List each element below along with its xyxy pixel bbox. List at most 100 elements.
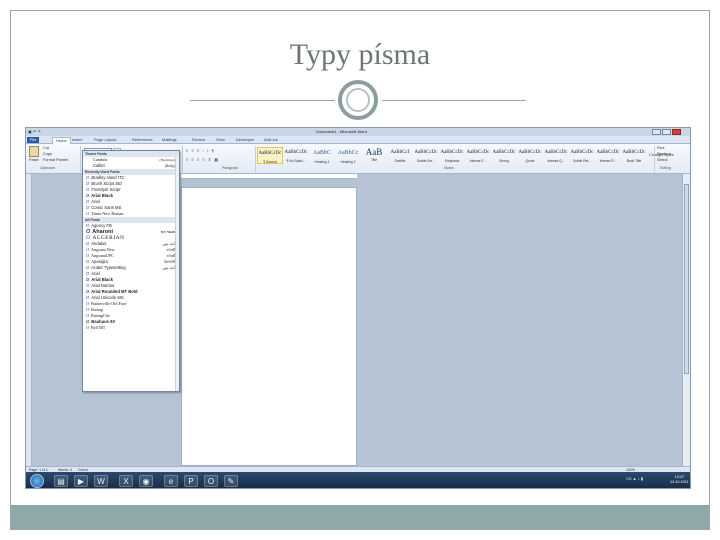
opentype-icon: O <box>86 277 90 282</box>
style-subtitle[interactable]: AaBbCcI Subtitle <box>387 147 413 164</box>
style-intense-reference[interactable]: AaBbCcDc Intense R... <box>595 147 621 164</box>
window-title: Document1 - Microsoft Word <box>316 129 367 134</box>
opentype-icon: O <box>86 289 90 294</box>
start-button[interactable] <box>30 474 44 488</box>
font-dropdown[interactable]: Theme Fonts Cambria (Headings) Calibri (Bo… <box>82 150 180 392</box>
opentype-icon: O <box>86 325 90 330</box>
opentype-icon: O <box>86 313 90 318</box>
opentype-icon: O <box>86 295 90 300</box>
cut-button[interactable]: Cut <box>43 146 49 150</box>
title-divider-right <box>382 100 526 101</box>
explorer-icon[interactable]: ▤ <box>54 475 68 487</box>
powerpoint-icon[interactable]: P <box>184 475 198 487</box>
paint-icon[interactable]: ✎ <box>224 475 238 487</box>
paragraph-group-label: Paragraph <box>222 166 239 170</box>
style-book-title[interactable]: AaBbCcDc Book Title <box>621 147 647 164</box>
excel-icon[interactable]: X <box>119 475 133 487</box>
font-item-bell-mt[interactable]: O Bell MT <box>83 325 179 331</box>
media-player-icon[interactable]: ▶ <box>74 475 88 487</box>
opentype-icon: O <box>86 259 90 264</box>
paragraph-buttons[interactable]: ≡ ≡ ≡ ⁝ ↕ ¶ <box>186 148 215 153</box>
style-quote[interactable]: AaBbCcDc Quote <box>517 147 543 164</box>
internet-explorer-icon[interactable]: e <box>164 475 178 487</box>
tab-insert[interactable]: Insert <box>72 137 82 142</box>
find-button[interactable]: Find <box>657 146 664 150</box>
tab-file[interactable]: File <box>27 137 40 143</box>
opentype-icon: O <box>86 181 90 186</box>
outlook-icon[interactable]: O <box>204 475 218 487</box>
style-normal[interactable]: AaBbCcDc ¶ Normal <box>257 147 283 164</box>
group-separator <box>255 146 256 172</box>
style-subtle-reference[interactable]: AaBbCcDc Subtle Ref... <box>569 147 595 164</box>
style-heading-1[interactable]: AaBbC Heading 1 <box>309 147 335 164</box>
tab-review[interactable]: Review <box>192 137 205 142</box>
style-title[interactable]: AaB Title <box>361 147 387 164</box>
opentype-icon: O <box>86 199 90 204</box>
style-no-spacing[interactable]: AaBbCcDc ¶ No Spaci... <box>283 147 309 164</box>
format-painter-button[interactable]: Format Painter <box>43 158 68 162</box>
opentype-icon: O <box>86 205 90 210</box>
word-screenshot: ▣ ↶ ↷ Document1 - Microsoft Word File Ho… <box>25 127 691 489</box>
tab-home[interactable]: Home <box>52 137 71 144</box>
scrollbar-thumb[interactable] <box>684 184 689 374</box>
tab-page-layout[interactable]: Page Layout <box>94 137 116 142</box>
opentype-icon: O <box>86 283 90 288</box>
horizontal-ruler <box>181 174 357 179</box>
group-separator <box>80 146 81 172</box>
style-subtle-emphasis[interactable]: AaBbCcDc Subtle Em... <box>413 147 439 164</box>
select-button[interactable]: Select <box>657 158 668 162</box>
style-intense-emphasis[interactable]: AaBbCcDc Intense E... <box>465 147 491 164</box>
paste-icon[interactable] <box>29 146 39 157</box>
styles-group-label: Styles <box>444 166 454 170</box>
opentype-icon: O <box>86 211 90 216</box>
opentype-icon: O <box>86 187 90 192</box>
vertical-scrollbar[interactable] <box>682 174 690 466</box>
replace-button[interactable]: Replace <box>657 152 671 156</box>
group-separator <box>182 146 183 172</box>
minimize-button[interactable] <box>652 129 661 135</box>
alignment-buttons[interactable]: ≡ ≡ ≡ ≡ ⇕ ▦ <box>186 157 219 162</box>
tab-add-ins[interactable]: Add-Ins <box>264 137 278 142</box>
opentype-icon: O <box>86 265 90 270</box>
slide-title: Typy písma <box>289 38 431 71</box>
quick-access-toolbar[interactable]: ▣ ↶ ↷ <box>28 129 68 135</box>
tab-developer[interactable]: Developer <box>236 137 254 142</box>
opentype-icon: O <box>86 223 90 228</box>
tab-references[interactable]: References <box>132 137 152 142</box>
opentype-icon: O <box>86 307 90 312</box>
opentype-icon: O <box>86 271 90 276</box>
style-strong[interactable]: AaBbCcDc Strong <box>491 147 517 164</box>
language-indicator[interactable]: CS <box>626 476 632 481</box>
opentype-icon: O <box>86 241 90 246</box>
opentype-icon: O <box>86 175 90 180</box>
chrome-icon[interactable]: ◉ <box>139 475 153 487</box>
maximize-button[interactable] <box>662 129 671 135</box>
title-ornament-circle <box>338 80 378 120</box>
title-divider-left <box>190 100 335 101</box>
editing-group-label: Editing <box>660 166 671 170</box>
opentype-icon: O <box>86 319 90 324</box>
slide-bottom-band <box>11 505 709 529</box>
word-icon[interactable]: W <box>94 475 108 487</box>
group-separator <box>654 146 655 172</box>
close-button[interactable] <box>672 129 681 135</box>
font-item-calibri[interactable]: Calibri (Body) <box>83 163 179 169</box>
tab-view[interactable]: View <box>216 137 225 142</box>
document-page[interactable] <box>181 187 357 466</box>
word-titlebar: ▣ ↶ ↷ Document1 - Microsoft Word <box>26 128 690 136</box>
tab-mailings[interactable]: Mailings <box>162 137 177 142</box>
opentype-icon: O <box>86 247 90 252</box>
style-intense-quote[interactable]: AaBbCcDc Intense Q... <box>543 147 569 164</box>
font-item-times-new-roman[interactable]: O Times New Roman <box>83 211 179 217</box>
ribbon-tabs: File Home Insert Page Layout References … <box>26 136 690 144</box>
style-emphasis[interactable]: AaBbCcDc Emphasis <box>439 147 465 164</box>
taskbar: ▤ ▶ W X ◉ e P O ✎ CS ▲ ♪ ▮ 13:47 14.10.20… <box>26 472 690 488</box>
vertical-ruler <box>26 174 32 466</box>
copy-button[interactable]: Copy <box>43 152 52 156</box>
clock[interactable]: 13:47 14.10.2011 <box>670 475 689 485</box>
style-heading-2[interactable]: AaBbCc Heading 2 <box>335 147 361 164</box>
system-tray[interactable]: CS ▲ ♪ ▮ <box>626 476 643 481</box>
dropdown-scrollbar[interactable] <box>175 157 179 391</box>
title-ornament-inner <box>346 88 370 112</box>
paste-label[interactable]: Paste <box>29 158 39 162</box>
